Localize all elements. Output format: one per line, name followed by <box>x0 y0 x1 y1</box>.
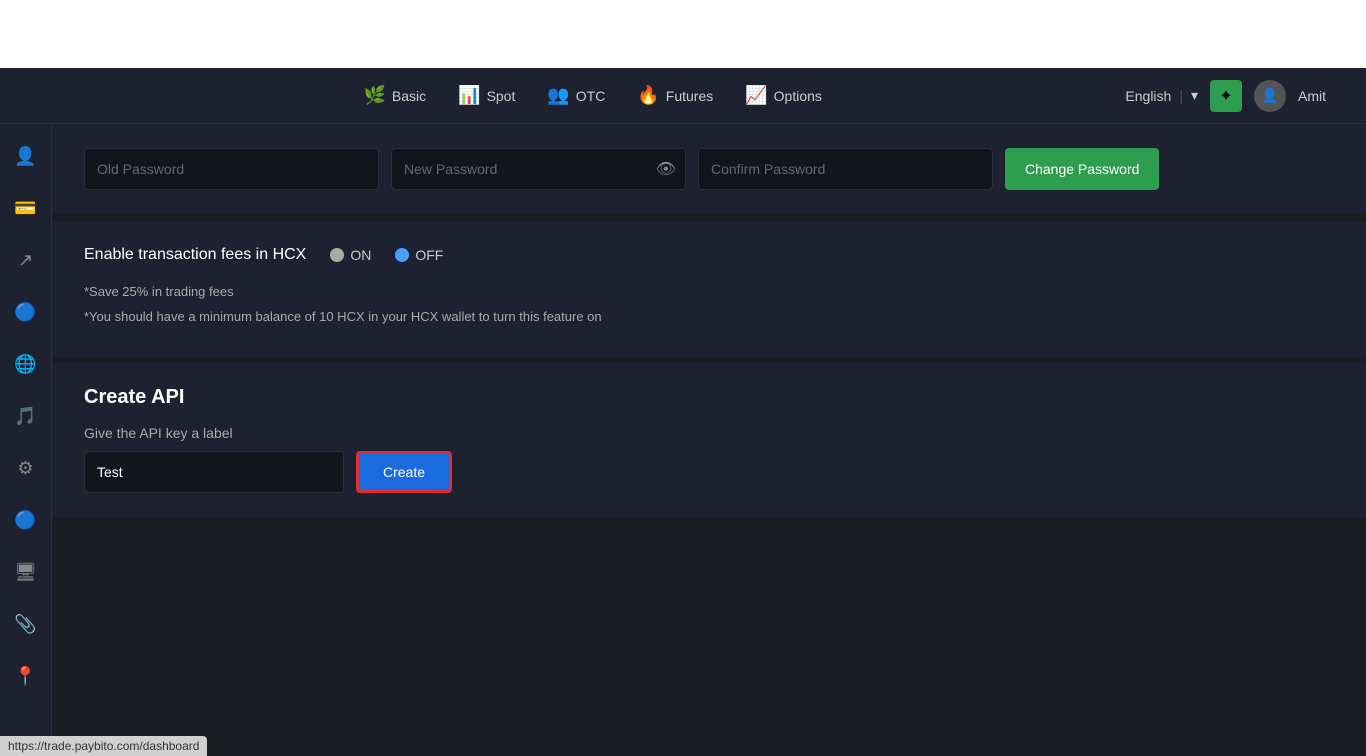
navbar: 🌿 Basic 📊 Spot 👥 OTC 🔥 Futures 📈 Options… <box>0 68 1366 124</box>
nav-otc-label: OTC <box>576 88 606 104</box>
sidebar-monitor-icon[interactable]: 🖥 <box>10 556 42 588</box>
api-section: Create API Give the API key a label Crea… <box>52 362 1366 517</box>
top-white-bar <box>0 0 1366 68</box>
lang-divider: | <box>1179 88 1183 104</box>
radio-on[interactable]: ON <box>330 247 371 263</box>
nav-basic-label: Basic <box>392 88 426 104</box>
options-icon: 📈 <box>745 85 767 106</box>
basic-icon: 🌿 <box>363 85 385 106</box>
change-password-button[interactable]: Change Password <box>1005 148 1159 190</box>
api-row: Create <box>84 451 1334 493</box>
radio-on-label: ON <box>350 247 371 263</box>
avatar-icon: 👤 <box>1261 87 1278 104</box>
avatar: 👤 <box>1254 80 1286 112</box>
sidebar-transfer-icon[interactable]: ↗ <box>10 244 42 276</box>
nav-futures-label: Futures <box>666 88 713 104</box>
hcx-section: Enable transaction fees in HCX ON OFF *S… <box>52 222 1366 362</box>
url-bar: https://trade.paybito.com/dashboard <box>0 736 207 756</box>
new-password-input[interactable] <box>391 148 686 190</box>
new-password-wrapper: 👁 <box>391 148 686 190</box>
sidebar: 👤 💳 ↗ 🔵 🌐 🎵 ⚙ 🔵 🖥 📎 📍 <box>0 124 52 756</box>
otc-icon: 👥 <box>547 85 569 106</box>
nav-otc[interactable]: 👥 OTC <box>547 85 605 106</box>
sidebar-music-icon[interactable]: 🎵 <box>10 400 42 432</box>
spot-icon: 📊 <box>458 85 480 106</box>
sidebar-card-icon[interactable]: 💳 <box>10 192 42 224</box>
futures-icon: 🔥 <box>637 85 659 106</box>
radio-group: ON OFF <box>330 247 443 263</box>
nav-right: English | ▾ ✦ 👤 Amit <box>1125 80 1326 112</box>
hcx-title: Enable transaction fees in HCX ON OFF <box>84 246 1334 264</box>
nav-options-label: Options <box>774 88 822 104</box>
password-section: 👁 Change Password <box>52 124 1366 218</box>
sidebar-pin-icon[interactable]: 📍 <box>10 660 42 692</box>
create-api-button[interactable]: Create <box>356 451 452 493</box>
sidebar-globe-icon[interactable]: 🌐 <box>10 348 42 380</box>
nav-options[interactable]: 📈 Options <box>745 85 822 106</box>
radio-on-dot <box>330 248 344 262</box>
password-fields: 👁 Change Password <box>84 148 1334 190</box>
hcx-info-2: *You should have a minimum balance of 10… <box>84 309 1334 324</box>
sidebar-chart-icon[interactable]: 🔵 <box>10 504 42 536</box>
api-title: Create API <box>84 386 1334 409</box>
api-key-input[interactable] <box>84 451 344 493</box>
radio-off[interactable]: OFF <box>395 247 443 263</box>
star-icon: ✦ <box>1219 86 1232 106</box>
sidebar-settings-icon[interactable]: ⚙ <box>10 452 42 484</box>
nav-links: 🌿 Basic 📊 Spot 👥 OTC 🔥 Futures 📈 Options <box>60 85 1125 106</box>
nav-spot[interactable]: 📊 Spot <box>458 85 515 106</box>
hcx-title-text: Enable transaction fees in HCX <box>84 246 306 264</box>
api-label: Give the API key a label <box>84 425 1334 441</box>
content-area: 👁 Change Password Enable transaction fee… <box>52 124 1366 756</box>
sidebar-clip-icon[interactable]: 📎 <box>10 608 42 640</box>
radio-off-label: OFF <box>415 247 443 263</box>
old-password-input[interactable] <box>84 148 379 190</box>
language-selector[interactable]: English | ▾ <box>1125 87 1198 104</box>
sidebar-user-icon[interactable]: 👤 <box>10 140 42 172</box>
star-button[interactable]: ✦ <box>1210 80 1242 112</box>
nav-basic[interactable]: 🌿 Basic <box>363 85 426 106</box>
chevron-down-icon: ▾ <box>1191 87 1198 104</box>
sidebar-wallet-icon[interactable]: 🔵 <box>10 296 42 328</box>
confirm-password-input[interactable] <box>698 148 993 190</box>
hcx-info-1: *Save 25% in trading fees <box>84 284 1334 299</box>
username-label: Amit <box>1298 88 1326 104</box>
eye-icon[interactable]: 👁 <box>656 159 676 179</box>
language-label: English <box>1125 88 1171 104</box>
nav-spot-label: Spot <box>487 88 516 104</box>
nav-futures[interactable]: 🔥 Futures <box>637 85 713 106</box>
radio-off-dot <box>395 248 409 262</box>
main-layout: 👤 💳 ↗ 🔵 🌐 🎵 ⚙ 🔵 🖥 📎 📍 👁 Change Password <box>0 124 1366 756</box>
